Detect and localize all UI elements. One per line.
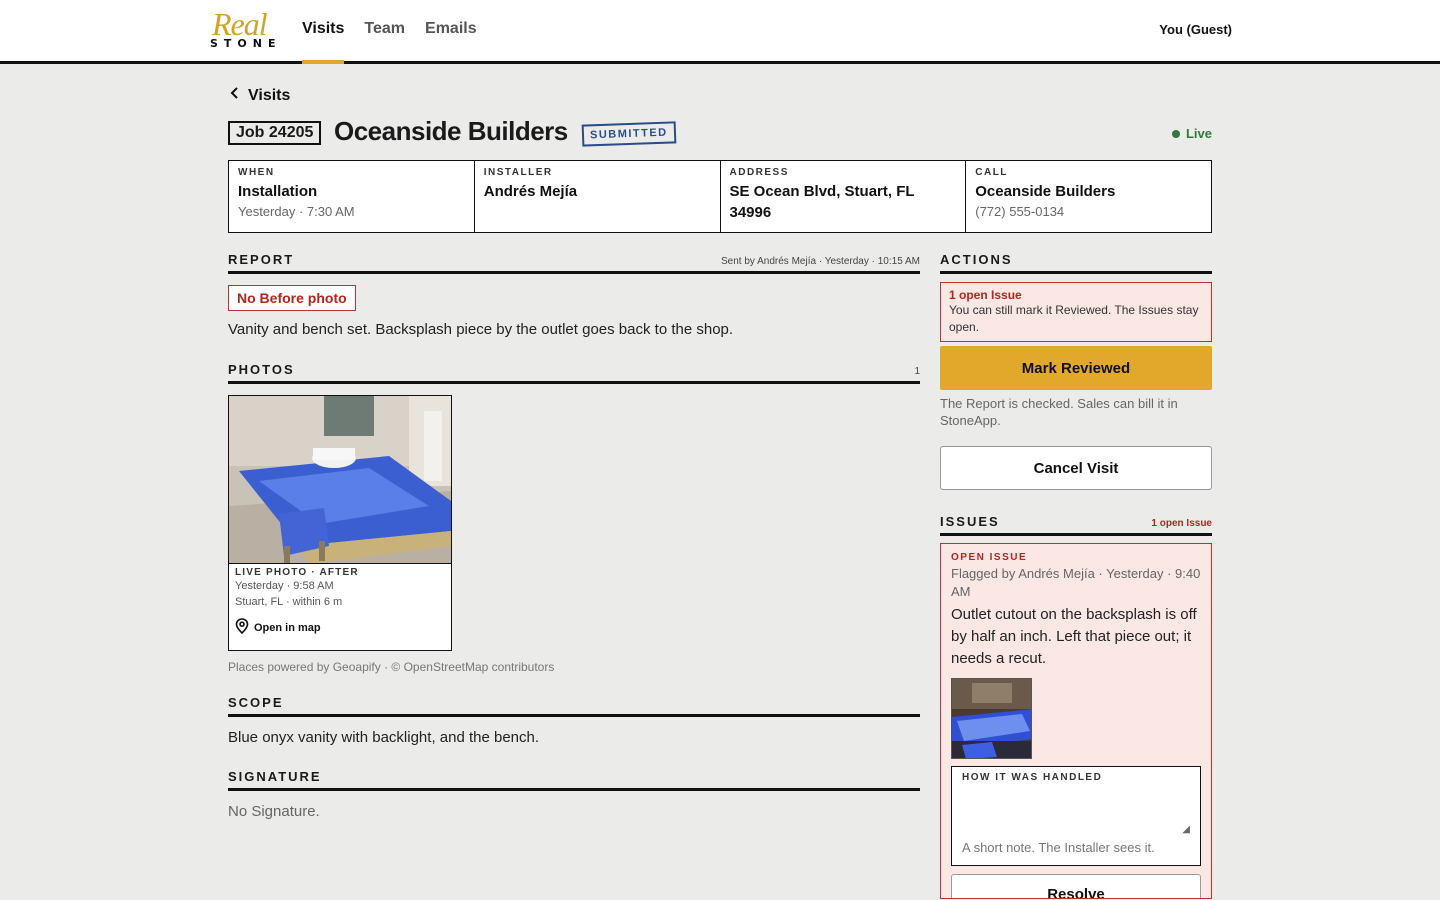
nav-item-emails[interactable]: Emails	[425, 0, 477, 61]
map-credit: Places powered by Geoapify · © OpenStree…	[228, 660, 555, 674]
resize-grip-icon[interactable]: ◢	[1182, 824, 1190, 835]
live-label: Live	[1185, 126, 1212, 141]
vanity-photo[interactable]	[229, 396, 451, 564]
section-heading: REPORT	[228, 252, 295, 267]
info-value: Andrés Mejía	[483, 183, 578, 200]
info-label: INSTALLER	[483, 167, 553, 178]
info-installer: INSTALLER Andrés Mejía	[475, 161, 721, 232]
main-nav: Visits Team Emails	[302, 0, 477, 64]
top-nav-bar: Real STONE Visits Team Emails You (Guest…	[0, 0, 1440, 64]
report-sent-meta: Sent by Andrés Mejía · Yesterday · 10:15…	[720, 256, 920, 267]
alert-text: You can still mark it Reviewed. The Issu…	[949, 303, 1199, 334]
open-issue-count: 1 open Issue	[1151, 518, 1212, 529]
logo-word: STONE	[210, 37, 282, 50]
info-call[interactable]: CALL Oceanside Builders (772) 555-0134	[966, 161, 1211, 232]
info-label: ADDRESS	[729, 167, 789, 178]
chevron-left-icon	[230, 86, 240, 105]
back-to-visits-link[interactable]: Visits	[230, 86, 290, 105]
nav-item-visits[interactable]: Visits	[302, 0, 345, 64]
info-value: Oceanside Builders	[975, 183, 1116, 200]
no-before-photo-warning: No Before photo	[228, 285, 356, 311]
handled-placeholder: A short note. The Installer sees it.	[962, 840, 1155, 855]
back-label: Visits	[248, 86, 291, 104]
info-address: ADDRESS SE Ocean Blvd, Stuart, FL 34996	[721, 161, 967, 232]
issue-card: OPEN ISSUE Flagged by Andrés Mejía · Yes…	[940, 543, 1212, 899]
photo-card[interactable]: LIVE PHOTO · AFTER Yesterday · 9:58 AM S…	[228, 395, 452, 651]
photo-time: Yesterday · 9:58 AM	[235, 580, 334, 592]
info-label: CALL	[975, 167, 1008, 178]
scope-section-header: SCOPE	[228, 695, 920, 717]
actions-section-header: ACTIONS	[940, 252, 1212, 274]
issues-panel: ISSUES 1 open Issue OPEN ISSUE Flagged b…	[940, 514, 1212, 899]
live-dot-icon	[1171, 129, 1180, 138]
handled-label: HOW IT WAS HANDLED	[962, 772, 1103, 783]
info-label: WHEN	[238, 167, 275, 178]
job-number-tag: Job 24205	[228, 121, 322, 145]
issues-section-header: ISSUES 1 open Issue	[940, 514, 1212, 536]
how-it-was-handled-textarea[interactable]: HOW IT WAS HANDLED ◢ A short note. The I…	[951, 766, 1201, 866]
photo-place: Stuart, FL · within 6 m	[235, 596, 343, 608]
resolve-button[interactable]: Resolve	[951, 874, 1201, 898]
map-pin-icon	[235, 618, 249, 637]
info-value: SE Ocean Blvd, Stuart, FL 34996	[729, 183, 915, 221]
signature-text: No Signature.	[228, 803, 320, 820]
section-heading: ACTIONS	[940, 252, 1013, 267]
info-subvalue: Yesterday · 7:30 AM	[238, 204, 355, 219]
info-phone[interactable]: (772) 555-0134	[975, 204, 1202, 219]
photo-meta: LIVE PHOTO · AFTER Yesterday · 9:58 AM S…	[229, 564, 451, 640]
section-heading: ISSUES	[940, 514, 1000, 529]
scope-text: Blue onyx vanity with backlight, and the…	[228, 729, 540, 746]
photo-count: 1	[914, 366, 920, 377]
issue-type: OPEN ISSUE	[951, 552, 1028, 563]
actions-panel: ACTIONS 1 open Issue You can still mark …	[940, 252, 1212, 490]
section-heading: PHOTOS	[228, 362, 295, 377]
page-title: Oceanside Builders	[334, 116, 568, 146]
issue-flagged-meta: Flagged by Andrés Mejía · Yesterday · 9:…	[951, 566, 1201, 599]
report-section-header: REPORT Sent by Andrés Mejía · Yesterday …	[228, 252, 920, 274]
cancel-visit-button[interactable]: Cancel Visit	[940, 446, 1212, 490]
issue-description: Outlet cutout on the backsplash is off b…	[951, 606, 1197, 667]
visit-info-strip: WHEN Installation Yesterday · 7:30 AM IN…	[228, 160, 1212, 233]
section-heading: SIGNATURE	[228, 769, 322, 784]
issue-photo-thumbnail[interactable]	[951, 678, 1032, 759]
open-in-map-label: Open in map	[254, 621, 321, 634]
nav-item-team[interactable]: Team	[364, 0, 405, 61]
signature-section-header: SIGNATURE	[228, 769, 920, 791]
mark-reviewed-button[interactable]: Mark Reviewed	[940, 346, 1212, 390]
live-indicator: Live	[1171, 126, 1212, 141]
info-when: WHEN Installation Yesterday · 7:30 AM	[229, 161, 475, 232]
mark-reviewed-hint: The Report is checked. Sales can bill it…	[940, 396, 1178, 428]
report-text: Vanity and bench set. Backsplash piece b…	[228, 321, 734, 338]
open-issue-alert: 1 open Issue You can still mark it Revie…	[940, 282, 1212, 342]
user-menu[interactable]: You (Guest)	[1159, 22, 1232, 37]
realstone-logo[interactable]: Real STONE	[210, 6, 282, 52]
photos-section-header: PHOTOS 1	[228, 362, 920, 384]
status-badge: SUBMITTED	[581, 121, 677, 147]
open-in-map-link[interactable]: Open in map	[235, 618, 445, 637]
alert-title: 1 open Issue	[949, 288, 1022, 302]
photo-kind: LIVE PHOTO · AFTER	[235, 567, 359, 578]
info-value: Installation	[238, 183, 318, 200]
section-heading: SCOPE	[228, 695, 284, 710]
